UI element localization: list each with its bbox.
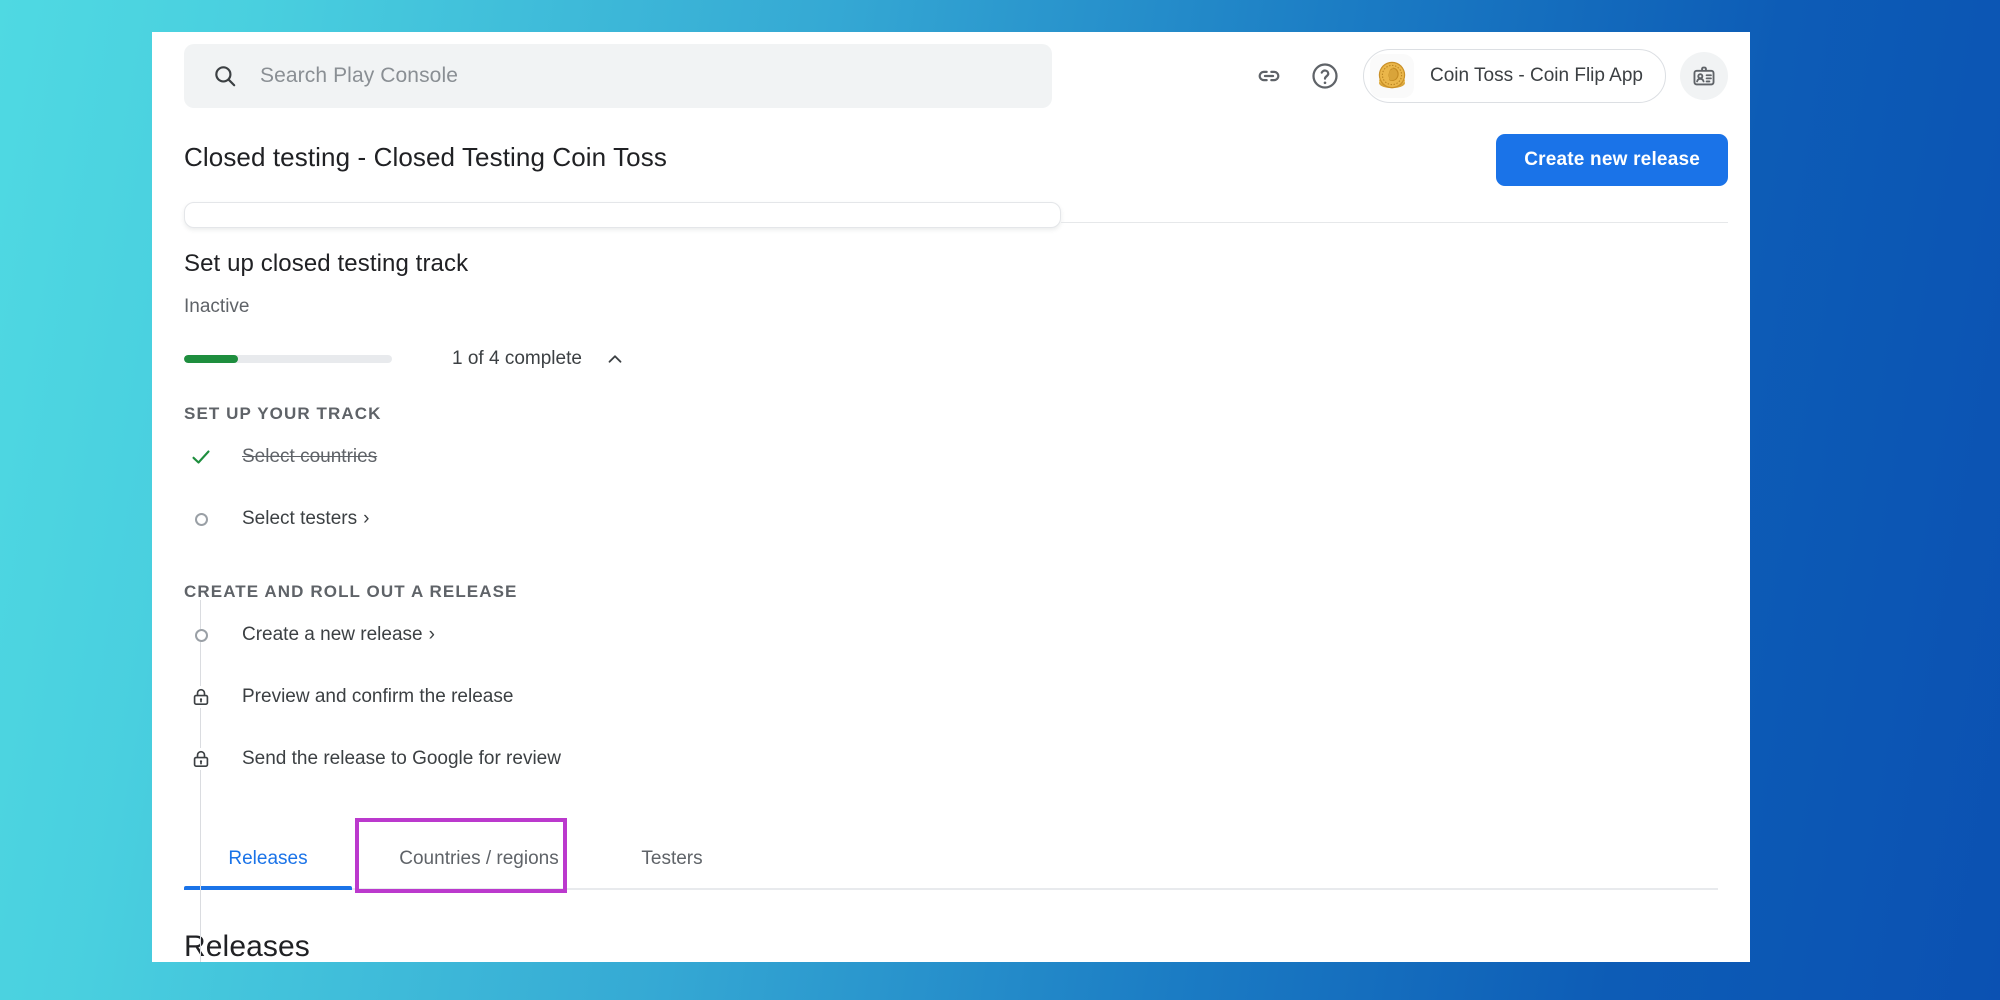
group-heading-create-and-roll-out: CREATE AND ROLL OUT A RELEASE — [184, 582, 518, 601]
progress-row: 1 of 4 complete — [184, 348, 1750, 370]
tab-list: Releases Countries / regions Testers — [184, 828, 1750, 890]
checklist-item-label: Select testers — [242, 508, 358, 529]
releases-section-heading: Releases — [184, 930, 310, 962]
tabs-section: Releases Countries / regions Testers — [152, 818, 1750, 893]
help-circle-icon[interactable] — [1297, 48, 1353, 104]
coin-avatar — [1370, 54, 1415, 98]
circle-icon — [184, 512, 218, 526]
top-bar: Search Play Console Coin Toss - Coin Fli… — [152, 32, 1750, 136]
checklist-item-label: Preview and confirm the release — [242, 686, 514, 707]
checklist-item-label: Select countries — [242, 446, 378, 467]
setup-status: Inactive — [184, 296, 250, 317]
checklist-item-select-countries[interactable]: Select countries — [184, 428, 1750, 486]
search-icon — [212, 63, 238, 89]
circle-icon — [184, 628, 218, 642]
checklist-item-label-wrap[interactable]: Create a new release › — [242, 624, 435, 646]
checklist-item-send-for-review: Send the release to Google for review — [184, 730, 1750, 788]
account-name: Coin Toss - Coin Flip App — [1430, 65, 1643, 86]
top-bar-actions: Coin Toss - Coin Flip App — [1241, 44, 1728, 108]
search-placeholder: Search Play Console — [260, 64, 459, 87]
checklist-item-create-new-release[interactable]: Create a new release › — [184, 606, 1750, 664]
create-new-release-button[interactable]: Create new release — [1496, 134, 1728, 186]
checklist-item-label-wrap[interactable]: Select testers › — [242, 508, 369, 530]
checklist-rail — [200, 600, 201, 962]
header-divider — [1061, 222, 1728, 223]
checklist-item-label: Create a new release — [242, 624, 423, 645]
chevron-right-icon: › — [428, 624, 435, 645]
card-top-sliver — [184, 202, 1061, 228]
group-heading-set-up-your-track: SET UP YOUR TRACK — [184, 404, 382, 423]
tab-testers[interactable]: Testers — [612, 848, 732, 890]
checklist-group-track: SET UP YOUR TRACK Select countries Selec… — [184, 404, 1750, 548]
check-icon — [184, 445, 218, 469]
lock-icon — [184, 686, 218, 708]
progress-bar — [184, 355, 392, 363]
account-chip[interactable]: Coin Toss - Coin Flip App — [1363, 49, 1666, 103]
search-input[interactable]: Search Play Console — [184, 44, 1052, 108]
scrolled-card-edge — [152, 202, 1750, 228]
tab-releases[interactable]: Releases — [184, 848, 352, 890]
checklist-item-preview-confirm: Preview and confirm the release — [184, 668, 1750, 726]
tab-countries-regions[interactable]: Countries / regions — [392, 848, 566, 890]
setup-heading: Set up closed testing track — [184, 250, 469, 277]
page-title: Closed testing - Closed Testing Coin Tos… — [184, 142, 667, 172]
progress-bar-fill — [184, 355, 239, 363]
progress-label: 1 of 4 complete — [452, 348, 582, 369]
page-title-row: Closed testing - Closed Testing Coin Tos… — [152, 134, 1750, 202]
setup-track-section: Set up closed testing track Inactive 1 o… — [152, 228, 1750, 962]
chevron-right-icon: › — [363, 508, 370, 529]
lock-icon — [184, 748, 218, 770]
checklist-item-select-testers[interactable]: Select testers › — [184, 490, 1750, 548]
checklist-item-label: Send the release to Google for review — [242, 748, 561, 769]
link-icon[interactable] — [1241, 48, 1297, 104]
id-badge-icon[interactable] — [1680, 52, 1728, 100]
chevron-up-icon[interactable] — [604, 348, 626, 370]
checklist-group-release: CREATE AND ROLL OUT A RELEASE Create a n… — [184, 582, 1750, 788]
play-console-window: Search Play Console Coin Toss - Coin Fli… — [152, 32, 1750, 962]
